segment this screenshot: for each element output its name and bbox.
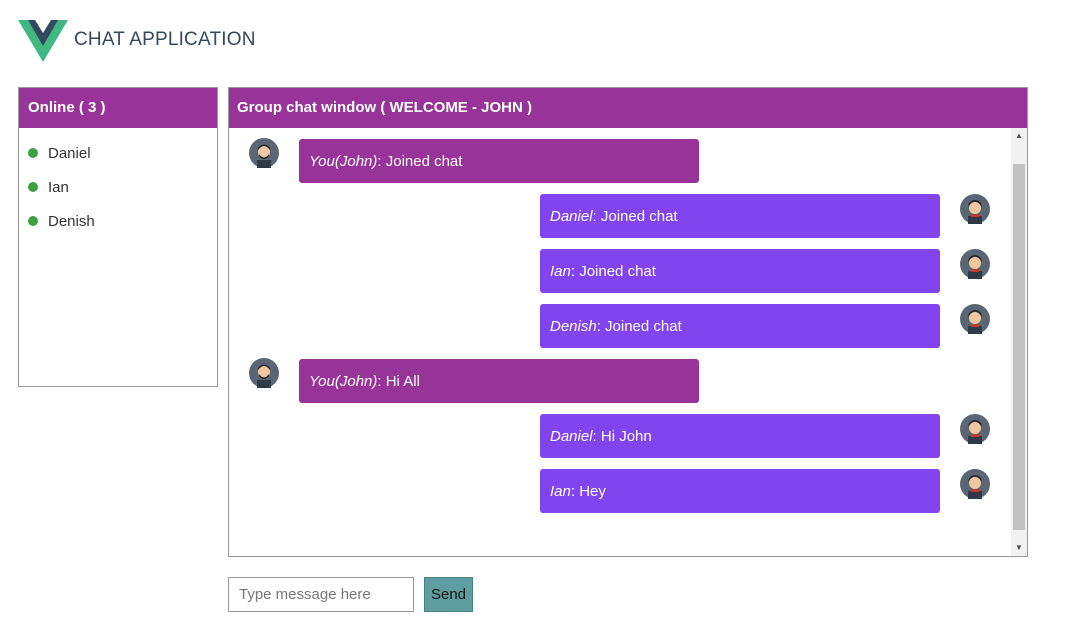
vue-logo-icon xyxy=(18,20,68,62)
group-chat-panel: Group chat window ( WELCOME - JOHN ) You… xyxy=(228,87,1028,557)
message-sender: Denish xyxy=(550,317,597,335)
message-sender: Daniel xyxy=(550,207,593,225)
chat-message-list[interactable]: You(John): Joined chat Daniel: Joined ch… xyxy=(229,128,1027,556)
message-text: : Hi All xyxy=(377,372,420,390)
user-avatar-icon xyxy=(960,194,990,224)
message-sender: You(John) xyxy=(309,372,378,390)
online-user-item[interactable]: Ian xyxy=(19,170,217,204)
online-status-icon xyxy=(28,182,38,192)
online-status-icon xyxy=(28,148,38,158)
online-user-item[interactable]: Daniel xyxy=(19,136,217,170)
chat-window-title: Group chat window ( WELCOME - JOHN ) xyxy=(229,88,1027,128)
online-users-panel: Online ( 3 ) Daniel Ian Denish xyxy=(18,87,218,387)
online-user-name: Daniel xyxy=(48,144,91,162)
message-text: : Joined chat xyxy=(596,317,682,335)
chat-message-bubble: Daniel: Joined chat xyxy=(540,194,940,238)
app-title: CHAT APPLICATION xyxy=(74,28,256,50)
chat-message-bubble: You(John): Hi All xyxy=(299,359,699,403)
app-header: CHAT APPLICATION xyxy=(18,18,256,64)
chat-message-bubble: Ian: Hey xyxy=(540,469,940,513)
message-text: : Joined chat xyxy=(570,262,656,280)
online-user-item[interactable]: Denish xyxy=(19,204,217,238)
chat-scrollbar[interactable]: ▲ ▼ xyxy=(1011,128,1027,556)
message-input[interactable] xyxy=(228,577,414,612)
send-button[interactable]: Send xyxy=(424,577,473,612)
john-avatar-icon xyxy=(249,138,279,168)
message-text: : Hey xyxy=(570,482,606,500)
chat-message-bubble: Denish: Joined chat xyxy=(540,304,940,348)
online-user-name: Ian xyxy=(48,178,69,196)
message-text: : Joined chat xyxy=(377,152,463,170)
user-avatar-icon xyxy=(960,304,990,334)
message-sender: Ian xyxy=(550,482,571,500)
online-status-icon xyxy=(28,216,38,226)
user-avatar-icon xyxy=(960,249,990,279)
user-avatar-icon xyxy=(960,469,990,499)
online-user-name: Denish xyxy=(48,212,95,230)
message-text: : Joined chat xyxy=(592,207,678,225)
chat-message-bubble: Daniel: Hi John xyxy=(540,414,940,458)
chat-message-bubble: You(John): Joined chat xyxy=(299,139,699,183)
john-avatar-icon xyxy=(249,358,279,388)
message-sender: Ian xyxy=(550,262,571,280)
message-sender: You(John) xyxy=(309,152,378,170)
message-sender: Daniel xyxy=(550,427,593,445)
message-text: : Hi John xyxy=(592,427,652,445)
chat-message-bubble: Ian: Joined chat xyxy=(540,249,940,293)
user-avatar-icon xyxy=(960,414,990,444)
online-user-list: Daniel Ian Denish xyxy=(19,128,217,238)
message-composer: Send xyxy=(228,577,473,612)
scrollbar-thumb[interactable] xyxy=(1013,164,1025,530)
scroll-down-arrow-icon[interactable]: ▼ xyxy=(1011,540,1027,556)
online-count-header: Online ( 3 ) xyxy=(19,88,217,128)
scroll-up-arrow-icon[interactable]: ▲ xyxy=(1011,128,1027,144)
